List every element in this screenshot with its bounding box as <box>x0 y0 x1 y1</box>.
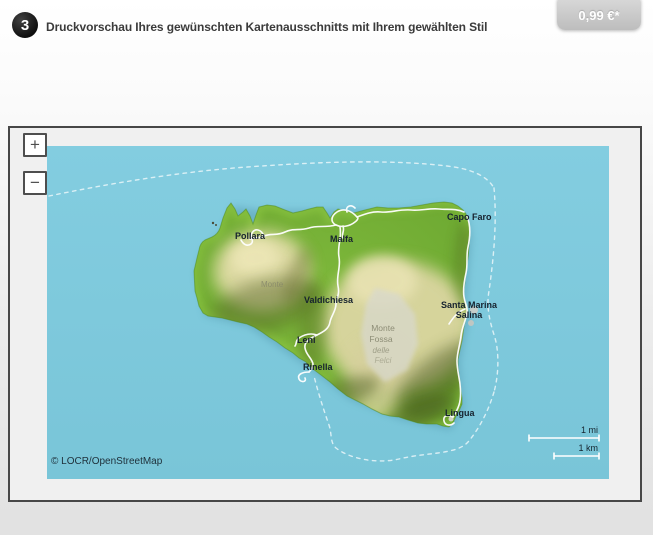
plus-icon: + <box>30 135 40 154</box>
map-svg: Monte Monte Fossa delle Felci Pollara Ma… <box>47 146 609 479</box>
map-label-pollara: Pollara <box>235 231 266 241</box>
minus-icon: − <box>30 173 40 192</box>
map-label-lingua: Lingua <box>445 408 475 418</box>
map-preview-panel: + − Monte Monte Fossa delle Felci Pollar… <box>8 126 642 502</box>
map-label-leni: Leni <box>297 335 316 345</box>
map-label-monte-fossa-2: Fossa <box>369 334 392 344</box>
page-title: Druckvorschau Ihres gewünschten Kartenau… <box>46 20 488 34</box>
map-label-monte-fossa-1: Monte <box>371 323 395 333</box>
map-label-salina: Salina <box>456 310 484 320</box>
scale-mi-label: 1 mi <box>581 425 598 435</box>
page: 3 Druckvorschau Ihres gewünschten Karten… <box>0 0 653 535</box>
step-number: 3 <box>20 16 30 34</box>
zoom-in-button[interactable]: + <box>23 133 47 157</box>
map-label-santa-marina: Santa Marina <box>441 300 498 310</box>
map-canvas[interactable]: Monte Monte Fossa delle Felci Pollara Ma… <box>47 146 609 479</box>
map-label-rinella: Rinella <box>303 362 334 372</box>
map-label-capo-faro: Capo Faro <box>447 212 492 222</box>
map-label-monte-dei-porri: Monte <box>261 280 284 289</box>
map-attribution: © LOCR/OpenStreetMap <box>51 456 163 467</box>
step-badge: 3 <box>12 12 38 38</box>
map-label-valdichiesa: Valdichiesa <box>304 295 354 305</box>
map-label-monte-fossa-4: Felci <box>375 356 392 365</box>
map-label-malfa: Malfa <box>330 234 354 244</box>
zoom-out-button[interactable]: − <box>23 171 47 195</box>
scale-km-label: 1 km <box>578 443 598 453</box>
map-label-monte-fossa-3: delle <box>373 346 390 355</box>
price-badge: 0,99 €* <box>557 0 641 30</box>
